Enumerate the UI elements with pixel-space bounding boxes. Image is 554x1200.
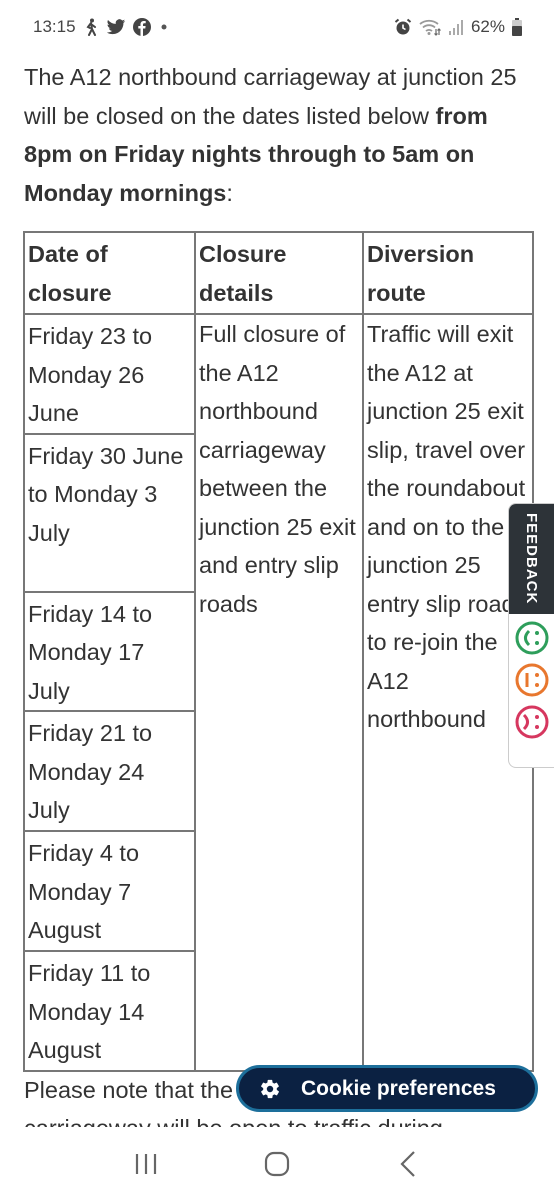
neutral-face-icon[interactable]	[509, 662, 554, 698]
back-icon[interactable]	[383, 1144, 433, 1184]
facebook-icon	[132, 18, 151, 36]
wifi-icon	[419, 18, 441, 36]
happy-face-icon[interactable]	[509, 620, 554, 656]
closure-date: Friday 4 to Monday 7 August	[23, 830, 196, 952]
closure-date: Friday 30 June to Monday 3 July	[23, 432, 196, 593]
clock: 13:15	[33, 17, 76, 36]
battery-percentage: 62%	[470, 17, 505, 36]
signal-icon	[448, 19, 464, 35]
walking-icon	[83, 18, 99, 36]
recent-apps-icon[interactable]	[121, 1144, 171, 1184]
note-text: Please note that the	[24, 1077, 234, 1103]
feedback-label: FEEDBACK	[523, 513, 540, 605]
feedback-widget: FEEDBACK	[508, 503, 554, 768]
table-row: Friday 23 to Monday 26 June Full closure…	[23, 313, 534, 1072]
cookie-preferences-button[interactable]: Cookie preferences	[236, 1065, 538, 1112]
header-diversion-route: Diversion route	[362, 231, 534, 315]
closure-date: Friday 14 to Monday 17 July	[23, 590, 196, 712]
header-closure-details: Closure details	[194, 231, 364, 315]
alarm-icon	[394, 18, 412, 36]
status-bar: 13:15 62%	[0, 0, 554, 54]
cookie-preferences-label: Cookie preferences	[301, 1076, 496, 1100]
closures-table: Date of closure Closure details Diversio…	[23, 231, 534, 1072]
feedback-tab[interactable]: FEEDBACK	[509, 504, 554, 614]
note-text-line2-content: carriageway will be open to traffic duri…	[24, 1115, 443, 1127]
gear-icon	[259, 1078, 281, 1100]
navigation-bar	[0, 1138, 554, 1190]
twitter-icon	[106, 18, 126, 36]
table-header-row: Date of closure Closure details Diversio…	[23, 231, 534, 315]
header-date-of-closure: Date of closure	[23, 231, 196, 315]
closure-date: Friday 11 to Monday 14 August	[23, 950, 196, 1072]
notification-dot-icon	[158, 21, 170, 33]
closure-details-cell: Full closure of the A12 northbound carri…	[194, 313, 364, 1072]
intro-colon: :	[226, 179, 233, 206]
closure-date: Friday 23 to Monday 26 June	[23, 313, 196, 435]
sad-face-icon[interactable]	[509, 704, 554, 740]
intro-paragraph: The A12 northbound carriageway at juncti…	[24, 58, 534, 212]
battery-icon	[512, 18, 522, 36]
home-icon[interactable]	[252, 1144, 302, 1184]
closure-date: Friday 21 to Monday 24 July	[23, 710, 196, 832]
